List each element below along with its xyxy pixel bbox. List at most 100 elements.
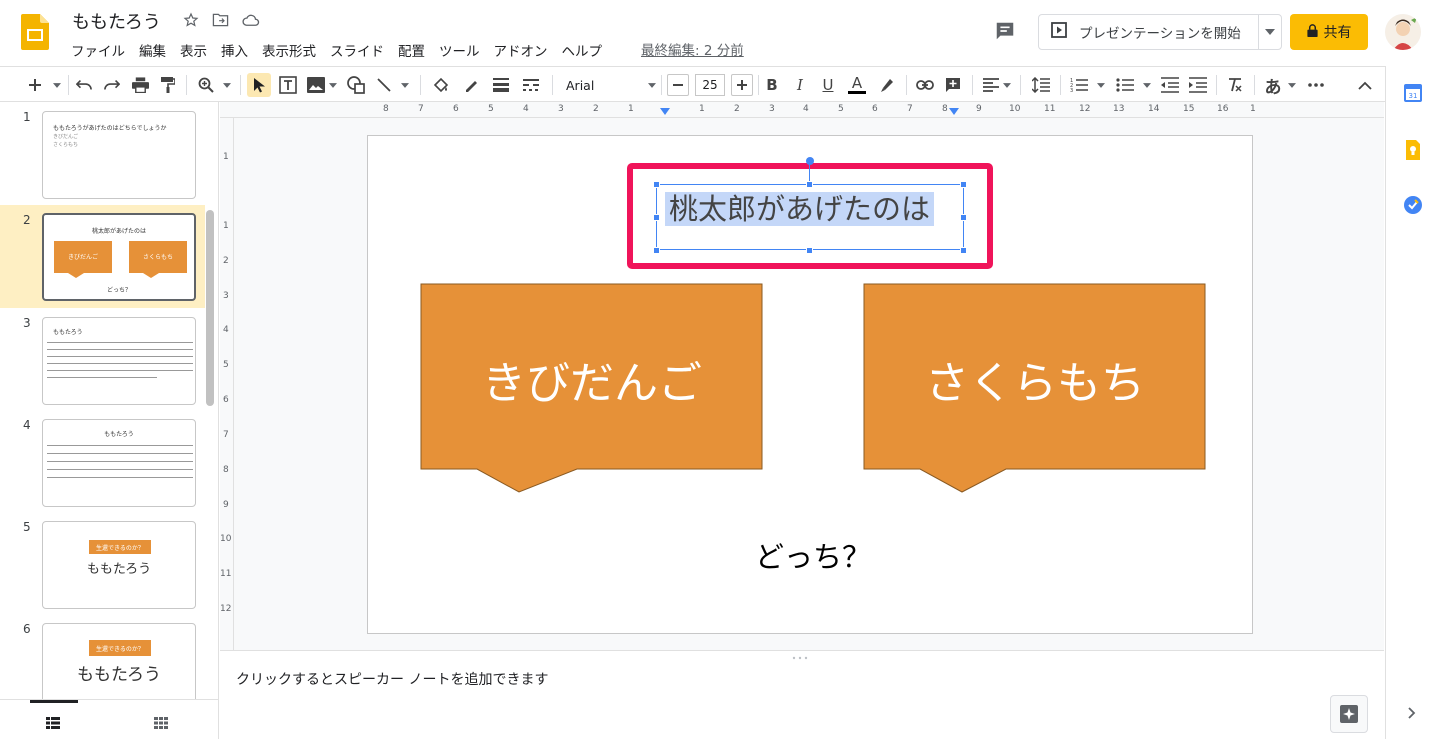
input-tools-button[interactable]: あ (1262, 73, 1284, 98)
decrease-font-size-icon[interactable] (667, 74, 689, 96)
slide-title[interactable]: 桃太郎があげたのは (665, 192, 935, 226)
slide-thumbnail[interactable]: ももたろうがあげたのはどちらでしょうか きびだんご さくらもち (42, 111, 196, 199)
numbered-list-icon[interactable]: 123 (1068, 73, 1090, 97)
menu-tools[interactable]: ツール (432, 38, 487, 60)
filmstrip-slide-6[interactable]: 6 生還できるのか？ ももたろう (0, 614, 205, 699)
bold-icon[interactable]: B (762, 73, 782, 97)
callout-right[interactable]: さくらもち (863, 283, 1207, 494)
last-edit-link[interactable]: 最終編集: 2 分前 (641, 39, 744, 59)
border-color-icon[interactable] (460, 73, 482, 97)
tasks-icon[interactable] (1404, 196, 1422, 218)
italic-icon[interactable]: I (790, 73, 810, 97)
left-indent-marker[interactable] (660, 108, 670, 115)
filmstrip-slide-1[interactable]: 1 ももたろうがあげたのはどちらでしょうか きびだんご さくらもち (0, 102, 205, 202)
slide-canvas[interactable]: 8 7 6 5 4 3 2 1 1 2 3 4 5 6 7 8 9 10 11 … (220, 102, 1384, 650)
line-icon[interactable] (373, 73, 395, 97)
new-slide-layout-dropdown[interactable] (50, 73, 64, 97)
highlight-color-icon[interactable] (876, 73, 898, 97)
line-spacing-icon[interactable] (1030, 73, 1052, 97)
fill-color-icon[interactable] (430, 73, 452, 97)
right-indent-marker[interactable] (949, 108, 959, 115)
border-weight-icon[interactable] (490, 73, 512, 97)
zoom-icon[interactable] (195, 73, 217, 97)
text-color-icon[interactable]: A (846, 73, 868, 97)
insert-comment-icon[interactable] (942, 73, 964, 97)
notes-resize-grip-icon[interactable] (792, 653, 812, 662)
zoom-dropdown[interactable] (220, 73, 234, 97)
slide-thumbnail[interactable]: 生還できるのか？ ももたろう (42, 521, 196, 609)
bulleted-list-dropdown[interactable] (1140, 73, 1154, 97)
filmstrip-slide-5[interactable]: 5 生還できるのか？ ももたろう (0, 512, 205, 612)
horizontal-ruler[interactable]: 8 7 6 5 4 3 2 1 1 2 3 4 5 6 7 8 9 10 11 … (220, 102, 1384, 118)
expand-side-panel-icon[interactable] (1408, 704, 1416, 723)
shape-icon[interactable] (345, 73, 367, 97)
star-icon[interactable] (183, 12, 201, 30)
document-title[interactable]: ももたろう (72, 8, 161, 34)
grid-view-icon[interactable] (154, 714, 168, 733)
filmstrip-scrollbar[interactable] (206, 210, 214, 406)
comment-history-icon[interactable] (994, 20, 1018, 44)
menu-file[interactable]: ファイル (64, 38, 132, 60)
undo-icon[interactable] (74, 73, 94, 97)
text-box-icon[interactable] (277, 73, 299, 97)
select-tool-icon[interactable] (247, 73, 271, 97)
slides-logo-icon[interactable] (21, 14, 49, 50)
slide-thumbnail[interactable]: ももたろう (42, 419, 196, 507)
menu-view[interactable]: 表示 (173, 38, 214, 60)
filmstrip-slide-4[interactable]: 4 ももたろう (0, 410, 205, 510)
filmstrip-view-icon[interactable] (46, 714, 60, 733)
link-icon[interactable] (914, 73, 936, 97)
rotate-handle[interactable] (806, 157, 814, 165)
menu-addons[interactable]: アドオン (487, 38, 555, 60)
speaker-notes[interactable]: クリックするとスピーカー ノートを追加できます (220, 650, 1384, 739)
present-options-dropdown[interactable] (1259, 29, 1281, 35)
slide-thumbnail[interactable]: ももたろう (42, 317, 196, 405)
input-tools-dropdown[interactable] (1286, 73, 1298, 97)
slide-thumbnail[interactable]: 桃太郎があげたのは きびだんご さくらもち どっち？ (42, 213, 196, 301)
menu-format[interactable]: 表示形式 (255, 38, 323, 60)
share-button[interactable]: 共有 (1290, 14, 1368, 50)
present-button[interactable]: プレゼンテーションを開始 (1038, 14, 1282, 50)
increase-indent-icon[interactable] (1187, 73, 1209, 97)
keep-icon[interactable] (1404, 140, 1422, 164)
slide-thumbnail[interactable]: 生還できるのか？ ももたろう (42, 623, 196, 699)
new-slide-icon[interactable] (24, 73, 46, 97)
redo-icon[interactable] (102, 73, 122, 97)
current-slide[interactable]: 桃太郎があげたのは きびだんご さくらもち どっち？ (367, 135, 1253, 634)
collapse-toolbar-icon[interactable] (1354, 73, 1376, 97)
resize-handle-nw[interactable] (653, 181, 660, 188)
menu-insert[interactable]: 挿入 (214, 38, 255, 60)
clear-formatting-icon[interactable] (1224, 73, 1246, 97)
bulleted-list-icon[interactable] (1114, 73, 1136, 97)
more-options-icon[interactable] (1305, 73, 1327, 97)
menu-help[interactable]: ヘルプ (555, 38, 610, 60)
decrease-indent-icon[interactable] (1159, 73, 1181, 97)
filmstrip-slide-2[interactable]: 2 桃太郎があげたのは きびだんご さくらもち どっち？ (0, 205, 205, 308)
resize-handle-se[interactable] (960, 247, 967, 254)
paint-format-icon[interactable] (158, 73, 178, 97)
resize-handle-s[interactable] (806, 247, 813, 254)
move-folder-icon[interactable] (212, 12, 230, 30)
resize-handle-ne[interactable] (960, 181, 967, 188)
border-dash-icon[interactable] (520, 73, 542, 97)
print-icon[interactable] (130, 73, 150, 97)
callout-left[interactable]: きびだんご (420, 283, 764, 494)
align-icon[interactable] (980, 73, 1002, 97)
menu-arrange[interactable]: 配置 (391, 38, 432, 60)
explore-button[interactable] (1330, 695, 1368, 733)
resize-handle-w[interactable] (653, 214, 660, 221)
cloud-status-icon[interactable] (242, 12, 260, 30)
image-dropdown[interactable] (327, 73, 339, 97)
underline-icon[interactable]: U (818, 73, 838, 97)
speaker-notes-placeholder[interactable]: クリックするとスピーカー ノートを追加できます (236, 669, 548, 689)
filmstrip-slide-3[interactable]: 3 ももたろう (0, 308, 205, 408)
font-size-input[interactable]: 25 (695, 74, 725, 96)
menu-edit[interactable]: 編集 (132, 38, 173, 60)
vertical-ruler[interactable]: 1 1 2 3 4 5 6 7 8 9 10 11 12 (220, 118, 234, 650)
resize-handle-e[interactable] (960, 214, 967, 221)
menu-slide[interactable]: スライド (323, 38, 391, 60)
calendar-icon[interactable]: 31 (1404, 84, 1422, 106)
question-text[interactable]: どっち？ (738, 534, 888, 576)
line-dropdown[interactable] (398, 73, 412, 97)
font-family-select[interactable]: Arial (566, 73, 656, 97)
